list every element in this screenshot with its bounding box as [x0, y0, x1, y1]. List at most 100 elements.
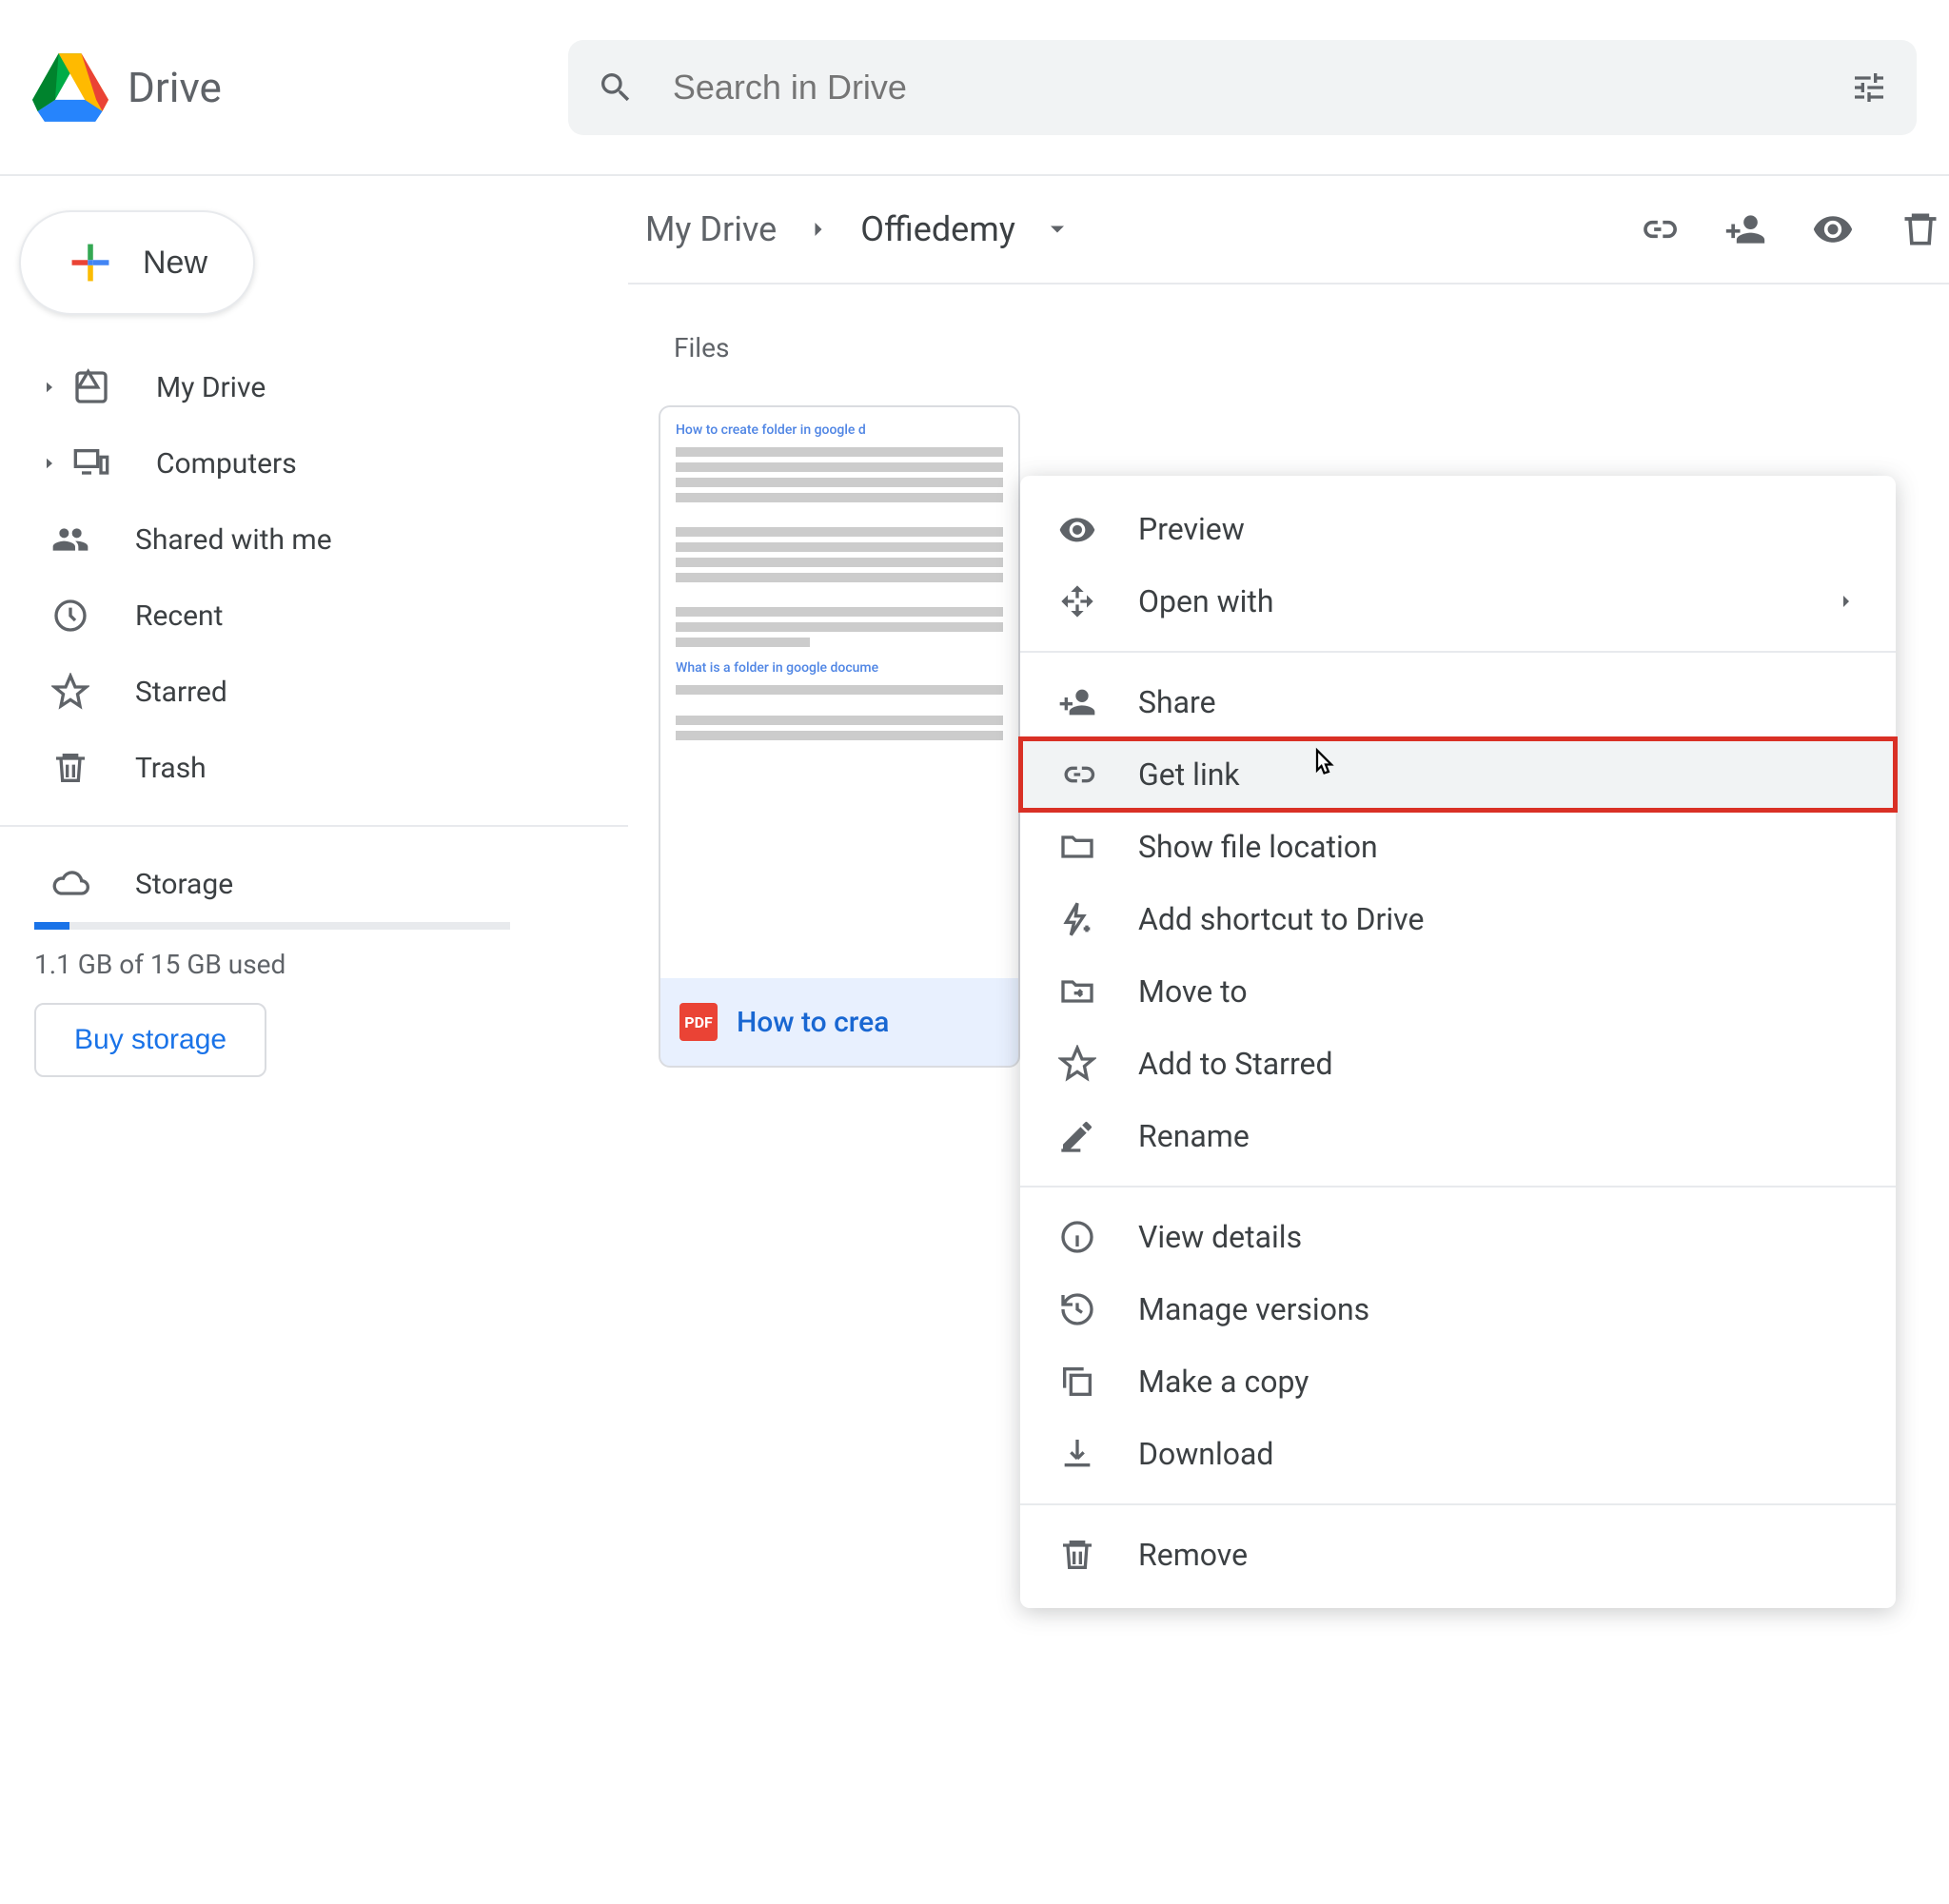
search-input[interactable]	[673, 68, 1850, 108]
remove-button[interactable]	[1900, 208, 1941, 250]
ctx-star[interactable]: Add to Starred	[1020, 1028, 1896, 1100]
ctx-label: Make a copy	[1138, 1364, 1309, 1400]
ctx-show-location[interactable]: Show file location	[1020, 811, 1896, 883]
star-icon	[51, 673, 89, 711]
link-icon	[1637, 208, 1679, 250]
ctx-label: View details	[1138, 1219, 1302, 1255]
ctx-rename[interactable]: Rename	[1020, 1100, 1896, 1172]
eye-icon	[1058, 510, 1096, 548]
logo[interactable]: Drive	[32, 51, 222, 124]
sidebar-item-my-drive[interactable]: My Drive	[0, 349, 628, 425]
storage-label: Storage	[135, 868, 233, 901]
context-menu: Preview Open with Share Get link Show fi…	[1020, 476, 1896, 1608]
ctx-label: Download	[1138, 1436, 1273, 1472]
breadcrumb-current[interactable]: Offiedemy	[860, 209, 1015, 249]
ctx-label: Move to	[1138, 973, 1248, 1010]
new-button[interactable]: New	[19, 210, 255, 315]
divider	[1020, 651, 1896, 653]
ctx-label: Open with	[1138, 583, 1273, 619]
ctx-label: Add shortcut to Drive	[1138, 901, 1424, 937]
chevron-down-icon[interactable]	[1044, 216, 1071, 243]
ctx-label: Manage versions	[1138, 1291, 1369, 1327]
star-icon	[1058, 1045, 1096, 1083]
ctx-remove[interactable]: Remove	[1020, 1519, 1896, 1591]
file-name: How to crea	[737, 1006, 889, 1039]
ctx-manage-versions[interactable]: Manage versions	[1020, 1273, 1896, 1345]
ctx-label: Get link	[1138, 756, 1240, 793]
people-icon	[51, 520, 89, 559]
ctx-open-with[interactable]: Open with	[1020, 565, 1896, 638]
ctx-label: Rename	[1138, 1118, 1250, 1154]
link-icon	[1058, 756, 1096, 794]
divider	[1020, 1503, 1896, 1505]
buy-storage-button[interactable]: Buy storage	[34, 1003, 266, 1077]
sidebar-item-shared[interactable]: Shared with me	[0, 501, 628, 578]
sidebar-item-trash[interactable]: Trash	[0, 730, 628, 806]
sidebar-item-storage[interactable]: Storage	[0, 846, 628, 922]
computers-icon	[72, 444, 110, 482]
ctx-move-to[interactable]: Move to	[1020, 955, 1896, 1028]
pdf-icon: PDF	[679, 1003, 718, 1041]
ctx-label: Remove	[1138, 1537, 1248, 1573]
sidebar-item-recent[interactable]: Recent	[0, 578, 628, 654]
shortcut-icon	[1058, 900, 1096, 938]
drive-logo-icon	[32, 51, 108, 124]
search-options-button[interactable]	[1850, 69, 1888, 107]
copy-icon	[1058, 1363, 1096, 1401]
cloud-icon	[51, 865, 89, 903]
chevron-right-icon	[1835, 590, 1858, 613]
ctx-get-link[interactable]: Get link	[1020, 738, 1896, 811]
ctx-make-copy[interactable]: Make a copy	[1020, 1345, 1896, 1418]
trash-icon	[1900, 208, 1941, 250]
ctx-label: Add to Starred	[1138, 1046, 1333, 1082]
sidebar-item-label: Starred	[135, 676, 227, 709]
new-label: New	[143, 245, 207, 282]
ctx-view-details[interactable]: View details	[1020, 1201, 1896, 1273]
sidebar-item-label: Shared with me	[135, 523, 332, 557]
storage-used	[34, 922, 69, 930]
get-link-button[interactable]	[1637, 208, 1679, 250]
divider	[0, 825, 628, 827]
chevron-right-icon	[40, 454, 59, 473]
sidebar-item-label: Recent	[135, 599, 223, 633]
files-header: Files	[628, 285, 1949, 383]
cursor-icon	[1306, 746, 1340, 786]
file-preview: How to create folder in google d What is…	[660, 407, 1018, 978]
info-icon	[1058, 1218, 1096, 1256]
sidebar-item-label: Trash	[135, 752, 207, 785]
file-card[interactable]: How to create folder in google d What is…	[659, 405, 1020, 1068]
storage-text: 1.1 GB of 15 GB used	[34, 949, 628, 980]
chevron-right-icon	[40, 378, 59, 397]
preview-heading: What is a folder in google docume	[676, 660, 1003, 676]
ctx-preview[interactable]: Preview	[1020, 493, 1896, 565]
history-icon	[1058, 1290, 1096, 1328]
my-drive-icon	[72, 368, 110, 406]
sidebar-item-starred[interactable]: Starred	[0, 654, 628, 730]
toolbar	[1637, 208, 1941, 250]
preview-button[interactable]	[1812, 208, 1854, 250]
sidebar: New My Drive Computers Shared with	[0, 176, 628, 1096]
pencil-icon	[1058, 1117, 1096, 1155]
breadcrumb-root[interactable]: My Drive	[645, 209, 777, 249]
person-add-icon	[1724, 208, 1766, 250]
product-name: Drive	[128, 63, 222, 112]
ctx-label: Share	[1138, 684, 1216, 720]
divider	[1020, 1186, 1896, 1188]
ctx-download[interactable]: Download	[1020, 1418, 1896, 1490]
breadcrumb: My Drive Offiedemy	[628, 176, 1949, 285]
ctx-label: Preview	[1138, 511, 1245, 547]
header: Drive	[0, 0, 1949, 176]
tune-icon	[1850, 69, 1888, 107]
ctx-add-shortcut[interactable]: Add shortcut to Drive	[1020, 883, 1896, 955]
sidebar-item-computers[interactable]: Computers	[0, 425, 628, 501]
search-bar[interactable]	[568, 40, 1917, 135]
storage-bar	[34, 922, 510, 930]
trash-icon	[1058, 1536, 1096, 1574]
plus-icon	[67, 239, 114, 286]
sidebar-item-label: My Drive	[156, 371, 266, 404]
ctx-share[interactable]: Share	[1020, 666, 1896, 738]
share-button[interactable]	[1724, 208, 1766, 250]
eye-icon	[1812, 208, 1854, 250]
download-icon	[1058, 1435, 1096, 1473]
move-icon	[1058, 972, 1096, 1011]
